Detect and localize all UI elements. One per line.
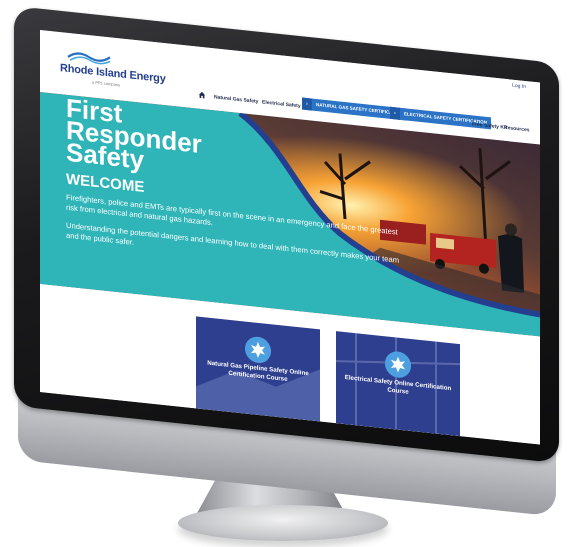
monitor-screen: Rhode Island Energy a PPL company Log In… (40, 30, 540, 445)
brand-subtitle: a PPL company (92, 79, 121, 88)
chevron-right-icon: › (390, 106, 400, 120)
nav-natural-gas-safety[interactable]: Natural Gas Safety (214, 94, 258, 105)
nav-free-safety-kit[interactable]: Free Safety Kit (472, 121, 507, 131)
nav-electrical-safety[interactable]: Electrical Safety (262, 99, 301, 109)
chevron-right-icon: › (302, 97, 312, 111)
home-icon[interactable] (198, 91, 206, 100)
login-link[interactable]: Log In (512, 83, 526, 90)
card-natural-gas-course[interactable]: Natural Gas Pipeline Safety Online Certi… (196, 316, 320, 422)
monitor-stand-base (178, 505, 388, 541)
card-electrical-course[interactable]: Electrical Safety Online Certification C… (336, 331, 460, 437)
nav-resources[interactable]: Resources (504, 125, 530, 134)
